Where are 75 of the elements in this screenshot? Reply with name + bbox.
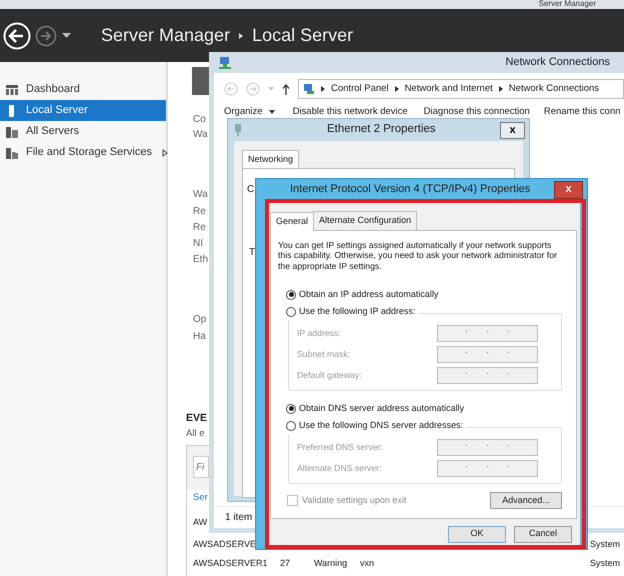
- field-label: Default gateway:: [297, 368, 363, 382]
- expand-arrow-icon: [162, 148, 168, 156]
- breadcrumb-separator-icon: [320, 85, 326, 93]
- status-text: 1 item: [225, 511, 252, 525]
- sidebar-item[interactable]: All Servers: [0, 121, 166, 142]
- section-subtitle: All e: [186, 427, 204, 441]
- storage-icon: [6, 146, 18, 158]
- tile-block: [192, 67, 210, 95]
- table-cell-text: Warning: [314, 557, 348, 570]
- property-label: Wa: [193, 128, 208, 142]
- window-title: Server Manager: [538, 0, 596, 8]
- window-title: Internet Protocol Version 4 (TCP/IPv4) Properties: [290, 182, 530, 198]
- property-label: NI: [193, 237, 203, 251]
- toolbar-button[interactable]: Diagnose this connection: [424, 105, 530, 120]
- field-label: C: [247, 182, 254, 196]
- column-link[interactable]: Ser: [193, 491, 208, 506]
- ok-button[interactable]: OK: [448, 526, 506, 542]
- advanced-button[interactable]: Advanced...: [490, 492, 562, 509]
- table-cell-text: System: [590, 538, 620, 551]
- property-label: Re: [193, 221, 206, 235]
- field-label: Subnet mask:: [297, 348, 352, 361]
- table-cell-text: vxn: [360, 557, 374, 570]
- checkbox-option: Validate settings upon exit: [287, 494, 406, 508]
- field-label: T: [249, 246, 256, 260]
- field-label: Preferred DNS server:: [297, 440, 384, 454]
- filter-field[interactable]: Fi: [193, 456, 209, 478]
- tab[interactable]: Alternate Configuration: [313, 211, 418, 230]
- breadcrumb-separator-icon: [394, 85, 400, 93]
- up-arrow-icon[interactable]: [282, 84, 290, 94]
- breadcrumb-item[interactable]: Network and Internet: [404, 82, 493, 96]
- radio-option[interactable]: Obtain an IP address automatically: [286, 286, 568, 303]
- cancel-button[interactable]: Cancel: [514, 526, 572, 542]
- breadcrumb-separator-icon: [498, 85, 504, 93]
- field-label: IP address:: [297, 326, 342, 340]
- network-adapter-icon: [234, 124, 242, 136]
- table-cell-text: 27: [280, 557, 290, 570]
- breadcrumb-item[interactable]: Network Connections: [508, 82, 600, 96]
- breadcrumb-item: Local Server: [252, 24, 354, 47]
- toolbar-button[interactable]: Rename this conn: [544, 105, 620, 120]
- close-button[interactable]: x: [500, 122, 525, 138]
- dropdown-caret-icon[interactable]: [62, 32, 71, 38]
- dashboard-icon: [6, 84, 18, 96]
- tab[interactable]: General: [270, 212, 314, 230]
- property-label: Wa: [193, 188, 208, 202]
- forward-icon[interactable]: [35, 24, 57, 46]
- table-cell-text: AW: [193, 516, 208, 529]
- description-text: You can get IP settings assigned automatically if your network supports this capability. Otherwise, you need to ask your network administrator for the appropriate IP settings.: [278, 240, 558, 271]
- toolbar-button[interactable]: Disable this network device: [292, 105, 408, 120]
- property-label: Ha: [193, 330, 206, 344]
- window-title: Network Connections: [505, 55, 610, 70]
- close-button[interactable]: x: [554, 180, 583, 198]
- dropdown-caret-icon: [268, 110, 275, 114]
- property-label: Co: [193, 113, 206, 127]
- breadcrumb-separator-icon: [238, 32, 244, 40]
- table-cell-text: AWSADSERVE: [193, 538, 256, 551]
- sidebar-item[interactable]: File and Storage Services: [0, 142, 166, 163]
- property-label: Eth: [193, 253, 208, 267]
- radio-option[interactable]: Obtain DNS server address automatically: [286, 400, 568, 417]
- sidebar-item[interactable]: Dashboard: [0, 79, 166, 100]
- address-bar[interactable]: Control Panel Network and Internet Network Connections: [298, 79, 624, 99]
- toolbar-button[interactable]: Organize: [224, 105, 275, 120]
- network-icon: [218, 56, 232, 70]
- sidebar-item[interactable]: Local Server: [0, 100, 166, 121]
- field-label: Alternate DNS server:: [297, 462, 382, 475]
- servers-icon: [6, 126, 18, 138]
- table-cell-text: System: [590, 557, 620, 570]
- breadcrumb-item[interactable]: Control Panel: [331, 82, 389, 96]
- property-label: Re: [193, 205, 206, 219]
- property-label: Op: [193, 313, 206, 327]
- breadcrumb-item[interactable]: Server Manager: [101, 22, 230, 49]
- control-panel-icon: [303, 83, 315, 95]
- tab[interactable]: Networking: [242, 150, 300, 168]
- table-cell-text: AWSADSERVER1: [193, 557, 268, 570]
- section-title: EVE: [186, 411, 208, 426]
- window-title: Ethernet 2 Properties: [327, 122, 436, 138]
